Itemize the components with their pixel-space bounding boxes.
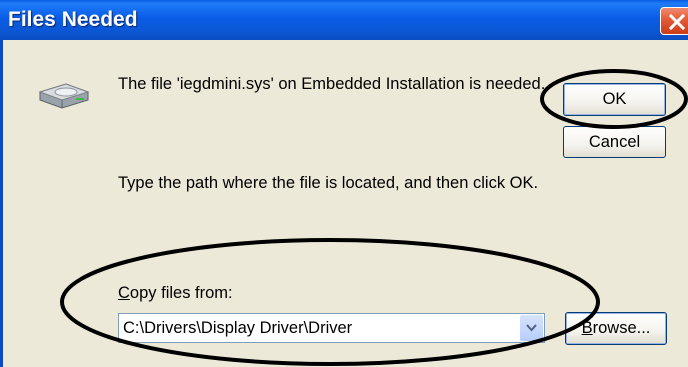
ok-button[interactable]: OK xyxy=(563,83,666,116)
chevron-down-icon xyxy=(526,324,537,332)
close-button[interactable] xyxy=(660,7,688,35)
title-bar[interactable]: Files Needed xyxy=(0,0,688,40)
browse-button[interactable]: Browse... xyxy=(565,312,667,345)
close-x-icon xyxy=(668,13,686,31)
message-instructions: Type the path where the file is located,… xyxy=(118,174,539,192)
copy-label-text: opy files from: xyxy=(129,284,233,302)
copy-files-from-combobox[interactable]: C:\Drivers\Display Driver\Driver xyxy=(118,313,545,343)
files-needed-dialog: Files Needed The file 'iegdmini.sys' on … xyxy=(0,0,688,367)
window-border xyxy=(0,40,3,367)
path-input[interactable]: C:\Drivers\Display Driver\Driver xyxy=(123,319,352,338)
message-file-needed: The file 'iegdmini.sys' on Embedded Inst… xyxy=(118,75,546,93)
browse-label: rowse... xyxy=(592,319,651,337)
copy-files-from-label: Copy files from: xyxy=(118,284,233,303)
copy-label-accelerator: C xyxy=(118,284,130,302)
drive-icon xyxy=(38,83,90,109)
dialog-title: Files Needed xyxy=(8,8,138,31)
cancel-button[interactable]: Cancel xyxy=(563,126,666,158)
dropdown-button[interactable] xyxy=(520,315,543,341)
browse-accelerator: B xyxy=(581,319,593,337)
